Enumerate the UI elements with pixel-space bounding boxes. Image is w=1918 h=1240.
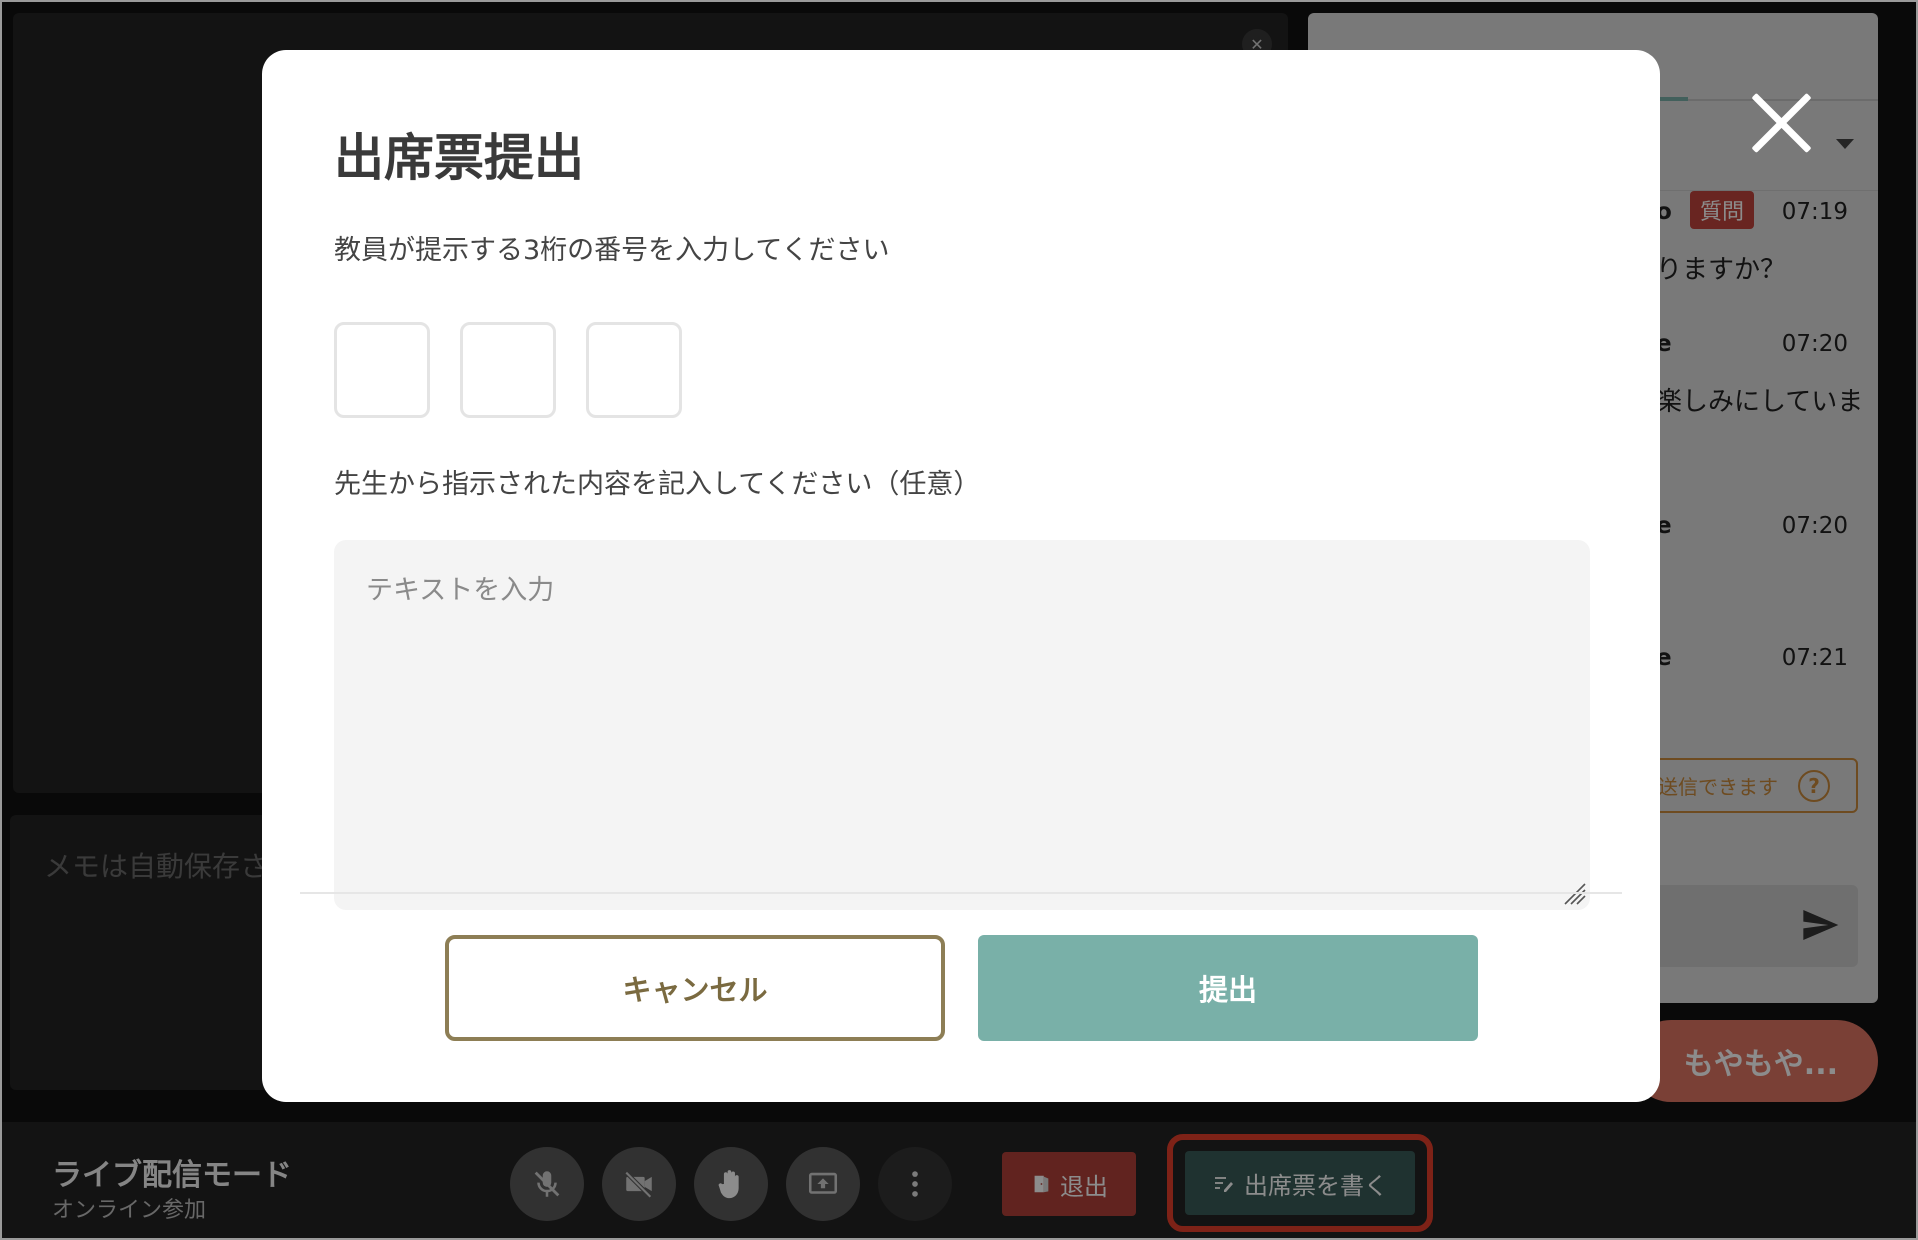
attendance-modal: 出席票提出 教員が提示する3桁の番号を入力してください 先生から指示された内容を…: [262, 50, 1660, 1102]
modal-title: 出席票提出: [334, 129, 584, 187]
digit-input-2[interactable]: [460, 322, 556, 418]
modal-divider: [300, 892, 1622, 894]
digit-input-1[interactable]: [334, 322, 430, 418]
cancel-button[interactable]: キャンセル: [445, 935, 945, 1041]
close-icon[interactable]: [1748, 90, 1814, 156]
comment-label: 先生から指示された内容を記入してください（任意）: [334, 469, 981, 500]
digit-input-3[interactable]: [586, 322, 682, 418]
digits-label: 教員が提示する3桁の番号を入力してください: [334, 235, 890, 266]
submit-button[interactable]: 提出: [978, 935, 1478, 1041]
comment-textarea[interactable]: [334, 540, 1590, 910]
